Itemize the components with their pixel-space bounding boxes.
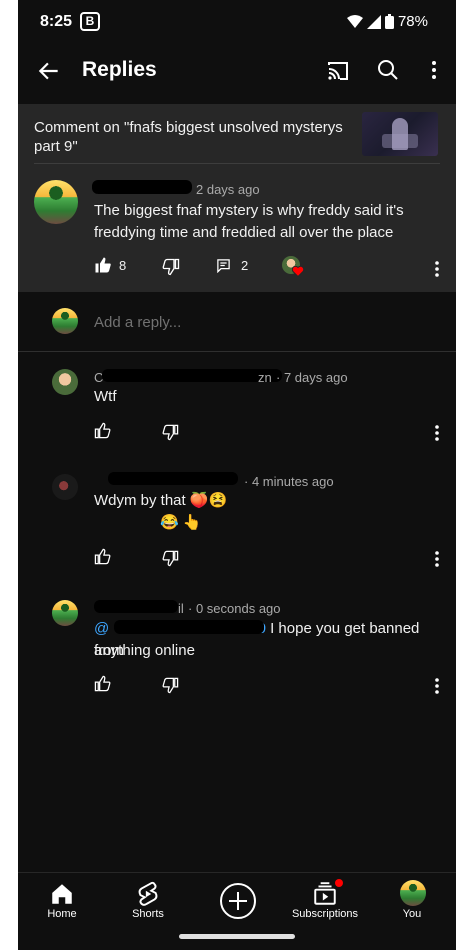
nav-label-you: You <box>402 908 422 920</box>
redaction-mark <box>114 620 264 634</box>
back-arrow-icon[interactable] <box>36 58 62 84</box>
status-right: 78% <box>346 13 428 30</box>
avatar <box>52 308 78 334</box>
dislike-button[interactable] <box>162 550 179 567</box>
wifi-icon <box>346 14 363 28</box>
nav-subscriptions[interactable]: Subscriptions <box>285 873 365 933</box>
reply-text: Wtf <box>94 388 117 405</box>
reply-text-emojis: 😂 👆 <box>160 514 202 531</box>
thumbs-down-icon <box>162 550 179 567</box>
nav-shorts[interactable]: Shorts <box>108 873 188 933</box>
nav-home[interactable]: Home <box>22 873 102 933</box>
create-icon[interactable] <box>220 883 256 919</box>
thumbs-up-icon <box>94 422 111 439</box>
search-icon[interactable] <box>376 58 400 82</box>
comment-timestamp: 2 days ago <box>196 182 260 197</box>
reply-timestamp: · 7 days ago <box>276 370 348 385</box>
reply-author-tail: zn <box>258 370 272 385</box>
nav-you[interactable]: You <box>372 873 452 933</box>
status-time: 8:25 <box>40 13 73 30</box>
cast-icon[interactable] <box>326 59 350 83</box>
reply-input[interactable]: Add a reply... <box>94 314 181 331</box>
like-count: 8 <box>119 257 127 273</box>
reply-input-row[interactable]: Add a reply... <box>18 300 456 352</box>
app-badge-icon: B <box>80 12 100 31</box>
gesture-home-bar[interactable] <box>179 934 295 939</box>
nav-label-subscriptions: Subscriptions <box>291 908 359 920</box>
like-button[interactable] <box>94 675 111 692</box>
battery-percent: 78% <box>397 13 428 30</box>
like-button[interactable] <box>94 548 111 565</box>
thumbs-down-icon <box>162 677 179 694</box>
emoji: 🍑😫 <box>189 492 228 509</box>
mention-link[interactable]: @ <box>94 620 109 637</box>
reply-count: 2 <box>241 258 249 273</box>
reply-text-line2: anything online <box>94 642 195 659</box>
reply-menu-icon[interactable] <box>434 424 440 442</box>
reply-text-content: Wdym by that <box>94 492 186 509</box>
signal-icon <box>366 14 381 29</box>
thumbs-down-icon <box>162 424 179 441</box>
dislike-button[interactable] <box>162 677 179 694</box>
redaction-mark <box>102 369 282 382</box>
battery-icon <box>384 14 394 29</box>
avatar[interactable] <box>52 600 78 626</box>
parent-comment-block: Comment on "fnafs biggest unsolved myste… <box>18 104 456 292</box>
avatar <box>400 880 426 906</box>
notification-badge <box>335 879 343 887</box>
thumbs-up-icon <box>95 257 111 273</box>
phone-screen: 8:25 B 78% Replies Comment on "fnafs big… <box>18 0 456 950</box>
redaction-mark <box>92 180 192 194</box>
app-bar: Replies <box>18 44 456 100</box>
status-bar: 8:25 B 78% <box>18 0 456 44</box>
subscriptions-icon <box>314 882 336 905</box>
thumbs-down-icon <box>162 258 180 276</box>
reply-menu-icon[interactable] <box>434 677 440 695</box>
video-thumbnail[interactable] <box>362 112 438 156</box>
nav-label-home: Home <box>47 908 77 920</box>
avatar[interactable] <box>34 180 78 224</box>
redaction-mark <box>108 472 238 485</box>
reply-menu-icon[interactable] <box>434 550 440 568</box>
comment-on-title[interactable]: Comment on "fnafs biggest unsolved myste… <box>34 118 354 156</box>
home-icon <box>52 884 72 904</box>
redaction-mark <box>94 600 178 613</box>
reply-author-tail: il <box>178 601 184 616</box>
avatar[interactable] <box>52 369 78 395</box>
comment-menu-icon[interactable] <box>434 260 440 278</box>
nav-label-shorts: Shorts <box>132 908 164 920</box>
reply-timestamp: · 0 seconds ago <box>188 601 281 616</box>
like-button[interactable]: 8 <box>94 256 126 274</box>
dislike-button[interactable] <box>162 258 180 276</box>
comment-icon <box>217 259 230 273</box>
more-vert-icon[interactable] <box>422 58 446 82</box>
reply-timestamp: · 4 minutes ago <box>244 474 334 489</box>
reply-count-button[interactable]: 2 <box>216 258 248 273</box>
heart-icon <box>292 266 304 277</box>
comment-text: The biggest fnaf mystery is why freddy s… <box>94 202 404 241</box>
thumbs-up-icon <box>94 675 111 692</box>
thumbs-up-icon <box>94 548 111 565</box>
reply-text: Wdym by that 🍑😫 <box>94 490 227 512</box>
shorts-icon <box>138 881 158 906</box>
page-title: Replies <box>82 58 157 81</box>
like-button[interactable] <box>94 422 111 439</box>
divider <box>34 163 440 164</box>
dislike-button[interactable] <box>162 424 179 441</box>
avatar[interactable] <box>52 474 78 500</box>
